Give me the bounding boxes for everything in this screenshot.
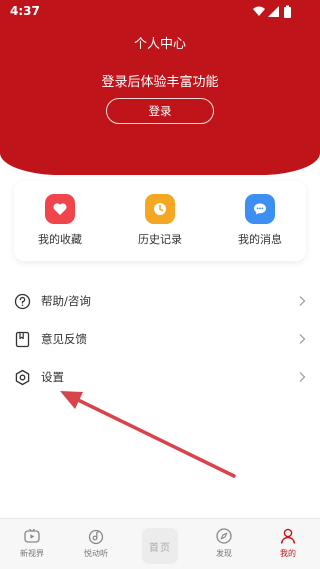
page-title: 个人中心: [133, 37, 186, 52]
tab-music[interactable]: 悦动听: [64, 519, 128, 569]
quick-actions-card: 我的收藏 历史记录 我的消息: [14, 181, 306, 261]
feedback-icon: [14, 331, 31, 348]
status-time: 4:37: [10, 4, 40, 18]
tab-label: 新视界: [20, 549, 44, 558]
tab-label: 悦动听: [84, 549, 108, 558]
battery-icon: [284, 5, 291, 18]
history-button[interactable]: 历史记录: [125, 181, 195, 261]
menu-item-settings[interactable]: 设置: [0, 358, 320, 396]
tab-home[interactable]: 首页: [128, 519, 192, 569]
messages-label: 我的消息: [238, 233, 282, 246]
history-label: 历史记录: [138, 233, 182, 246]
favorites-button[interactable]: 我的收藏: [25, 181, 95, 261]
menu-label-settings: 设置: [41, 370, 64, 384]
chat-icon: [245, 194, 275, 224]
heart-icon: [45, 194, 75, 224]
menu-item-help[interactable]: 帮助/咨询: [0, 282, 320, 320]
tab-label: 发现: [216, 549, 232, 558]
login-button[interactable]: 登录: [106, 98, 214, 124]
tab-bar: 新视界 悦动听 首页 发现 我的: [0, 518, 320, 569]
compass-icon: [215, 527, 233, 545]
signal-icon: [268, 6, 279, 17]
chevron-right-icon: [299, 334, 306, 344]
menu-item-feedback[interactable]: 意见反馈: [0, 320, 320, 358]
help-icon: [14, 293, 31, 310]
messages-button[interactable]: 我的消息: [225, 181, 295, 261]
tab-discover[interactable]: 发现: [192, 519, 256, 569]
menu-label-help: 帮助/咨询: [41, 294, 91, 308]
user-icon: [279, 527, 297, 545]
music-icon: [87, 527, 105, 545]
home-logo: 首页: [142, 528, 178, 564]
menu-list: 帮助/咨询 意见反馈 设置: [0, 282, 320, 396]
login-promo-text: 登录后体验丰富功能: [101, 75, 219, 90]
chevron-right-icon: [299, 372, 306, 382]
video-icon: [23, 527, 41, 545]
wifi-icon: [253, 6, 265, 16]
menu-label-feedback: 意见反馈: [41, 332, 87, 346]
tab-new-vision[interactable]: 新视界: [0, 519, 64, 569]
clock-icon: [145, 194, 175, 224]
status-icons: [253, 5, 291, 18]
tab-mine[interactable]: 我的: [256, 519, 320, 569]
favorites-label: 我的收藏: [38, 233, 82, 246]
chevron-right-icon: [299, 296, 306, 306]
status-bar: 4:37: [0, 0, 320, 24]
settings-icon: [14, 369, 31, 386]
tab-label: 我的: [280, 549, 296, 558]
